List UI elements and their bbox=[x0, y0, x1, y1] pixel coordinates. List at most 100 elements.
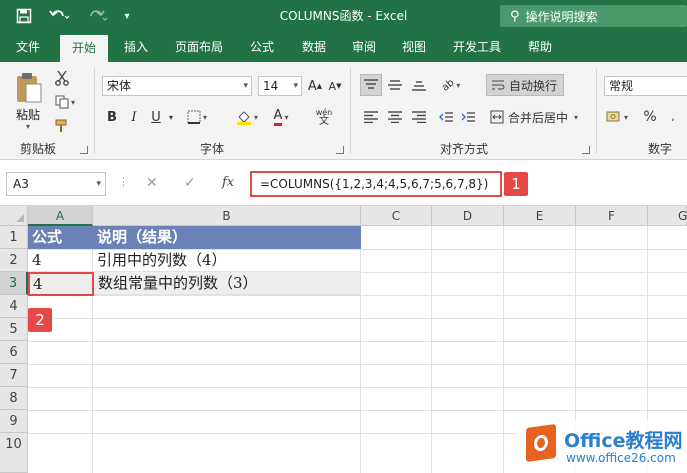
tab-developer[interactable]: 开发工具 bbox=[444, 32, 510, 62]
accounting-format-icon[interactable]: ▾ bbox=[606, 106, 628, 128]
wrap-text-button[interactable]: 自动换行 bbox=[486, 74, 564, 96]
comma-style-icon[interactable]: , bbox=[662, 106, 684, 128]
merge-center-icon bbox=[490, 110, 504, 124]
customize-qat-icon[interactable]: ▾ bbox=[120, 6, 134, 26]
chevron-down-icon: ▾ bbox=[293, 81, 298, 91]
formula-bar: A3 ▾ ⋮ ✕ ✓ fx =COLUMNS({1,2,3,4;4,5,6,7;… bbox=[0, 160, 687, 206]
borders-icon[interactable]: ▾ bbox=[182, 106, 212, 128]
alignment-launcher-icon[interactable] bbox=[582, 146, 590, 154]
watermark: Office教程网 www.office26.com bbox=[516, 420, 687, 473]
font-size-select[interactable]: 14 ▾ bbox=[258, 76, 302, 96]
cell-a3[interactable]: 4 bbox=[28, 272, 94, 296]
format-painter-icon[interactable] bbox=[52, 116, 72, 136]
save-icon[interactable] bbox=[14, 6, 34, 26]
column-header-e[interactable]: E bbox=[504, 206, 576, 226]
column-header-f[interactable]: F bbox=[576, 206, 648, 226]
tab-formulas[interactable]: 公式 bbox=[240, 32, 284, 62]
decrease-font-size-icon[interactable]: A ▼ bbox=[326, 76, 344, 96]
phonetic-guide-icon[interactable]: wén 文 bbox=[306, 104, 342, 130]
copy-icon[interactable]: ▾ bbox=[52, 92, 78, 112]
cell-a1[interactable]: 公式 bbox=[28, 226, 93, 249]
cell-b2[interactable]: 引用中的列数（4） bbox=[93, 249, 361, 272]
column-header-c[interactable]: C bbox=[361, 206, 432, 226]
row-header-6[interactable]: 6 bbox=[0, 341, 28, 364]
group-divider bbox=[350, 68, 351, 154]
row-header-2[interactable]: 2 bbox=[0, 249, 28, 272]
increase-font-size-icon[interactable]: A ▲ bbox=[306, 76, 324, 96]
tab-help[interactable]: 帮助 bbox=[518, 32, 562, 62]
formula-bar-grip-icon: ⋮ bbox=[118, 175, 129, 188]
align-right-icon[interactable] bbox=[408, 106, 430, 128]
font-family-select[interactable]: 宋体 ▾ bbox=[102, 76, 252, 96]
row-header-5[interactable]: 5 bbox=[0, 318, 28, 341]
align-left-icon[interactable] bbox=[360, 106, 382, 128]
italic-button[interactable]: I bbox=[124, 106, 144, 128]
ribbon-tabs: 文件 开始 插入 页面布局 公式 数据 审阅 视图 开发工具 帮助 bbox=[0, 32, 687, 62]
increase-indent-icon[interactable] bbox=[458, 106, 478, 128]
underline-dropdown-icon[interactable]: ▾ bbox=[166, 106, 176, 128]
align-top-icon[interactable] bbox=[360, 74, 382, 96]
column-header-a[interactable]: A bbox=[28, 206, 93, 226]
tab-home[interactable]: 开始 bbox=[60, 35, 108, 62]
paste-label[interactable]: 粘贴 bbox=[16, 106, 40, 123]
row-header-4[interactable]: 4 bbox=[0, 295, 28, 318]
chevron-down-icon: ▾ bbox=[96, 179, 101, 189]
formula-input[interactable]: =COLUMNS({1,2,3,4;4,5,6,7;5,6,7,8}) bbox=[250, 171, 502, 197]
ribbon: 粘贴 ▾ ▾ 剪贴板 宋体 ▾ 14 ▾ A ▲ A ▼ B I U ▾ ▾ ▾ A… bbox=[0, 62, 687, 160]
font-color-button[interactable]: A ▾ bbox=[266, 106, 296, 128]
select-all-button[interactable] bbox=[0, 206, 28, 226]
column-header-g[interactable]: G bbox=[648, 206, 687, 226]
chevron-down-icon: ▾ bbox=[243, 81, 248, 91]
cell-a2[interactable]: 4 bbox=[28, 249, 93, 272]
tab-data[interactable]: 数据 bbox=[292, 32, 336, 62]
underline-button[interactable]: U bbox=[146, 106, 166, 128]
tab-file[interactable]: 文件 bbox=[6, 32, 50, 62]
tab-review[interactable]: 审阅 bbox=[342, 32, 386, 62]
row-header-1[interactable]: 1 bbox=[0, 226, 28, 249]
cell-b3[interactable]: 数组常量中的列数（3） bbox=[94, 272, 361, 295]
bold-button[interactable]: B bbox=[102, 106, 122, 128]
tell-me-search[interactable]: ⚲ 操作说明搜索 bbox=[500, 5, 687, 27]
tell-me-label: 操作说明搜索 bbox=[525, 9, 598, 24]
paste-icon[interactable] bbox=[10, 68, 48, 108]
cut-icon[interactable] bbox=[52, 68, 72, 88]
title-bar: ▾ COLUMNS函数 - Excel ⚲ 操作说明搜索 bbox=[0, 0, 687, 32]
cancel-icon[interactable]: ✕ bbox=[146, 175, 158, 191]
wrap-text-icon bbox=[492, 80, 505, 90]
group-divider bbox=[94, 68, 95, 154]
column-header-d[interactable]: D bbox=[432, 206, 504, 226]
percent-button[interactable]: % bbox=[640, 106, 660, 128]
orientation-icon[interactable]: ab ▾ bbox=[436, 74, 466, 96]
redo-icon[interactable] bbox=[84, 6, 110, 26]
column-header-b[interactable]: B bbox=[93, 206, 361, 226]
decrease-indent-icon[interactable] bbox=[436, 106, 456, 128]
wrap-text-label: 自动换行 bbox=[509, 78, 558, 93]
clipboard-group-label: 剪贴板 bbox=[20, 142, 57, 156]
number-format-select[interactable]: 常规 bbox=[604, 76, 687, 96]
cell-b1[interactable]: 说明（结果） bbox=[93, 226, 361, 249]
fill-color-icon[interactable]: ▾ bbox=[232, 106, 262, 128]
watermark-url: www.office26.com bbox=[566, 451, 676, 465]
select-all-icon bbox=[16, 214, 24, 222]
tab-view[interactable]: 视图 bbox=[392, 32, 436, 62]
tab-insert[interactable]: 插入 bbox=[114, 32, 158, 62]
name-box[interactable]: A3 ▾ bbox=[6, 172, 106, 196]
font-launcher-icon[interactable] bbox=[336, 146, 344, 154]
row-header-7[interactable]: 7 bbox=[0, 364, 28, 387]
group-divider bbox=[596, 68, 597, 154]
align-middle-icon[interactable] bbox=[384, 74, 406, 96]
insert-function-icon[interactable]: fx bbox=[222, 175, 234, 190]
undo-icon[interactable] bbox=[46, 6, 72, 26]
enter-icon[interactable]: ✓ bbox=[184, 175, 196, 191]
row-header-10[interactable]: 10 bbox=[0, 433, 28, 473]
tab-page-layout[interactable]: 页面布局 bbox=[166, 32, 232, 62]
row-header-3[interactable]: 3 bbox=[0, 272, 28, 295]
merge-center-button[interactable]: 合并后居中 ▾ bbox=[486, 106, 586, 128]
number-format-value: 常规 bbox=[609, 79, 634, 93]
row-header-8[interactable]: 8 bbox=[0, 387, 28, 410]
row-header-9[interactable]: 9 bbox=[0, 410, 28, 433]
clipboard-launcher-icon[interactable] bbox=[80, 146, 88, 154]
align-center-icon[interactable] bbox=[384, 106, 406, 128]
paste-dropdown-icon[interactable]: ▾ bbox=[26, 122, 30, 131]
align-bottom-icon[interactable] bbox=[408, 74, 430, 96]
